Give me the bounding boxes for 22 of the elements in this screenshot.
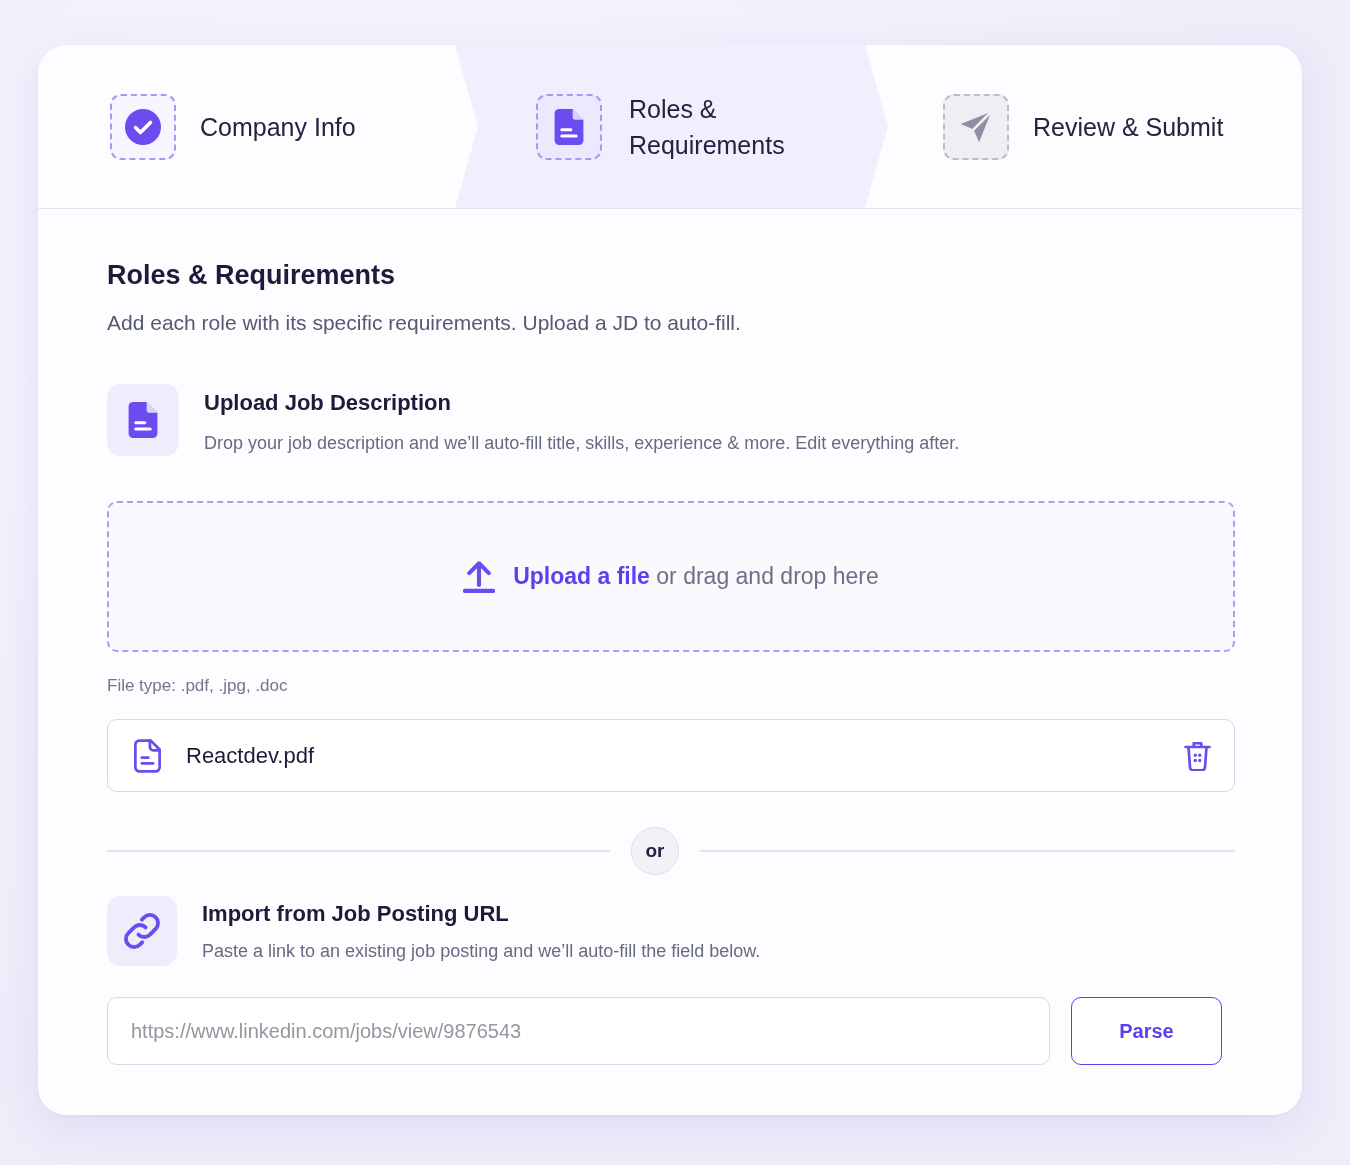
- file-type-hint: File type: .pdf, .jpg, .doc: [107, 675, 289, 697]
- link-icon: [107, 896, 177, 966]
- document-icon: [107, 384, 179, 456]
- section-description: Drop your job description and we’ll auto-fill title, skills, experience & more. Edit everything after.: [204, 432, 960, 455]
- section-title: Import from Job Posting URL: [202, 900, 510, 928]
- file-icon: [133, 738, 162, 773]
- section-title: Upload Job Description: [204, 389, 452, 417]
- step-tab[interactable]: Review & Submit: [888, 45, 1302, 208]
- upload-icon: [463, 560, 496, 593]
- file-dropzone[interactable]: Upload a file or drag and drop here: [107, 501, 1235, 652]
- parse-button[interactable]: Parse: [1071, 997, 1222, 1065]
- page-subtitle: Add each role with its specific requirements. Upload a JD to auto-fill.: [107, 310, 742, 336]
- page-title: Roles & Requirements: [107, 259, 397, 291]
- url-input[interactable]: https://www.linkedin.com/jobs/view/9876543: [107, 997, 1050, 1065]
- upload-link[interactable]: Upload a file: [513, 563, 650, 589]
- step-tab[interactable]: Company Info: [38, 45, 455, 208]
- step-tab[interactable]: Roles & Requirements: [455, 45, 888, 208]
- file-name: Reactdev.pdf: [186, 742, 315, 769]
- dropzone-text: Upload a file or drag and drop here: [513, 563, 879, 590]
- trash-icon[interactable]: [1184, 740, 1211, 771]
- section-description: Paste a link to an existing job posting and we’ll auto-fill the field below.: [202, 940, 761, 963]
- divider-label: or: [631, 827, 679, 875]
